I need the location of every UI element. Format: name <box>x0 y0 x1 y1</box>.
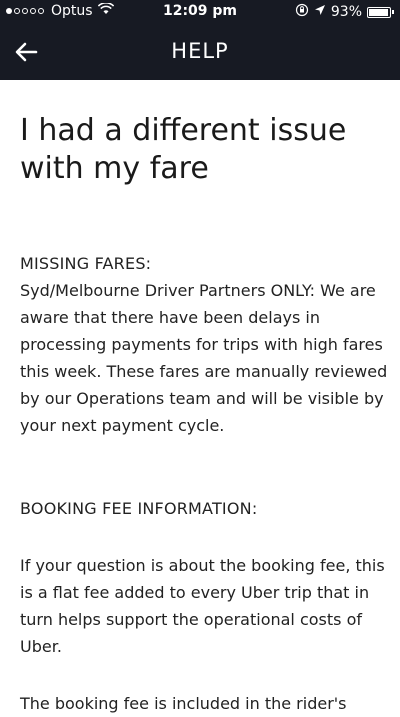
battery-fill <box>369 8 388 16</box>
top-bar: Optus 12:09 pm 93% HELP <box>0 0 400 80</box>
battery-percent: 93% <box>330 4 362 20</box>
location-arrow-icon <box>314 4 326 20</box>
battery-nub <box>392 10 394 14</box>
help-article: I had a different issue with my fare MIS… <box>20 112 390 717</box>
booking-fee-heading: BOOKING FEE INFORMATION: <box>20 499 258 518</box>
rotation-lock-icon <box>295 3 309 21</box>
missing-fares-heading: MISSING FARES: <box>20 254 152 273</box>
nav-title: HELP <box>171 39 229 63</box>
nav-bar: HELP <box>0 28 400 76</box>
missing-fares-body: Syd/Melbourne Driver Partners ONLY: We a… <box>20 281 388 435</box>
arrow-left-icon <box>15 42 38 62</box>
battery-icon <box>367 6 394 18</box>
status-right: 93% <box>290 3 394 21</box>
next-paragraph: The booking fee is included in the rider… <box>20 694 347 713</box>
page-title: I had a different issue with my fare <box>20 113 347 186</box>
status-bar: Optus 12:09 pm 93% <box>0 0 400 24</box>
battery-shell <box>367 6 391 18</box>
back-button[interactable] <box>12 38 40 66</box>
booking-fee-body: If your question is about the booking fe… <box>20 556 385 656</box>
